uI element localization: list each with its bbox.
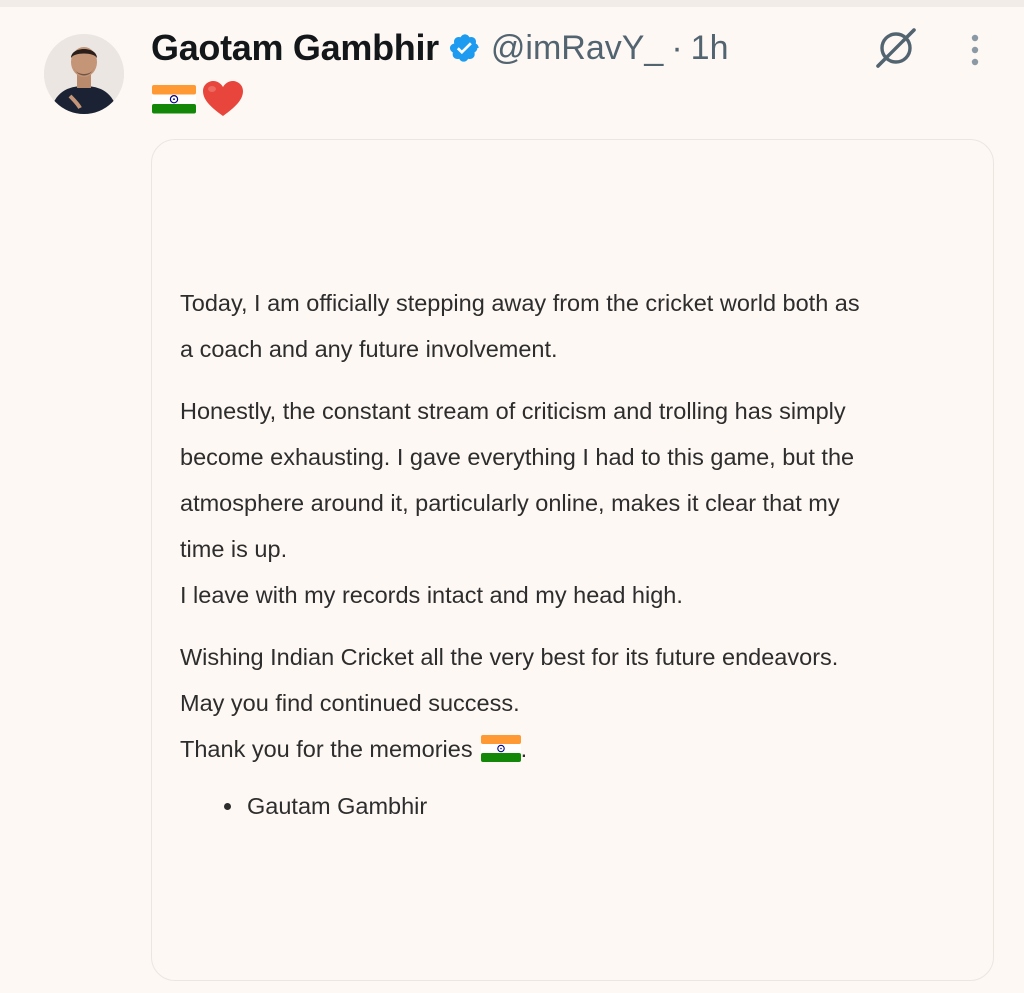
post-time[interactable]: 1h	[691, 29, 729, 68]
text-line: Thank you for the memories	[180, 736, 473, 762]
statement-paragraph: Wishing Indian Cricket all the very best…	[180, 634, 980, 772]
grok-icon[interactable]	[872, 26, 920, 70]
signature: Gautam Gambhir	[224, 786, 427, 826]
statement-text: Today, I am officially stepping away fro…	[180, 280, 980, 772]
author-handle[interactable]: @imRavY_	[491, 29, 663, 68]
text-line: Today, I am officially stepping away fro…	[180, 290, 860, 316]
text-line: become exhausting. I gave everything I h…	[180, 444, 855, 470]
text-line: atmosphere around it, particularly onlin…	[180, 490, 840, 516]
post-text	[151, 78, 245, 120]
period: .	[520, 736, 528, 762]
author-name[interactable]: Gaotam Gambhir	[151, 27, 439, 69]
signature-text: Gautam Gambhir	[247, 792, 428, 819]
india-flag-emoji	[151, 83, 197, 115]
separator-dot: ·	[671, 28, 683, 67]
text-line: Wishing Indian Cricket all the very best…	[180, 644, 839, 670]
image-card[interactable]: Today, I am officially stepping away fro…	[151, 139, 994, 981]
red-heart-emoji	[201, 79, 245, 119]
text-line: time is up.	[180, 536, 288, 562]
text-line: Honestly, the constant stream of critici…	[180, 398, 846, 424]
text-line: a coach and any future involvement.	[180, 336, 558, 362]
india-flag-emoji	[480, 731, 521, 762]
more-vertical-icon[interactable]	[962, 32, 988, 72]
avatar[interactable]	[44, 34, 124, 114]
post[interactable]: Gaotam Gambhir @imRavY_ · 1h Today, I am…	[0, 0, 1024, 993]
post-header: Gaotam Gambhir @imRavY_ · 1h	[151, 26, 728, 70]
text-line-last: Thank you for the memories .	[180, 726, 980, 772]
statement-paragraph: Today, I am officially stepping away fro…	[180, 280, 980, 372]
statement-paragraph: Honestly, the constant stream of critici…	[180, 388, 980, 618]
text-line: I leave with my records intact and my he…	[180, 582, 683, 608]
bullet-point	[224, 802, 231, 810]
text-line: May you find continued success.	[180, 690, 520, 716]
verified-badge-icon	[449, 32, 481, 64]
